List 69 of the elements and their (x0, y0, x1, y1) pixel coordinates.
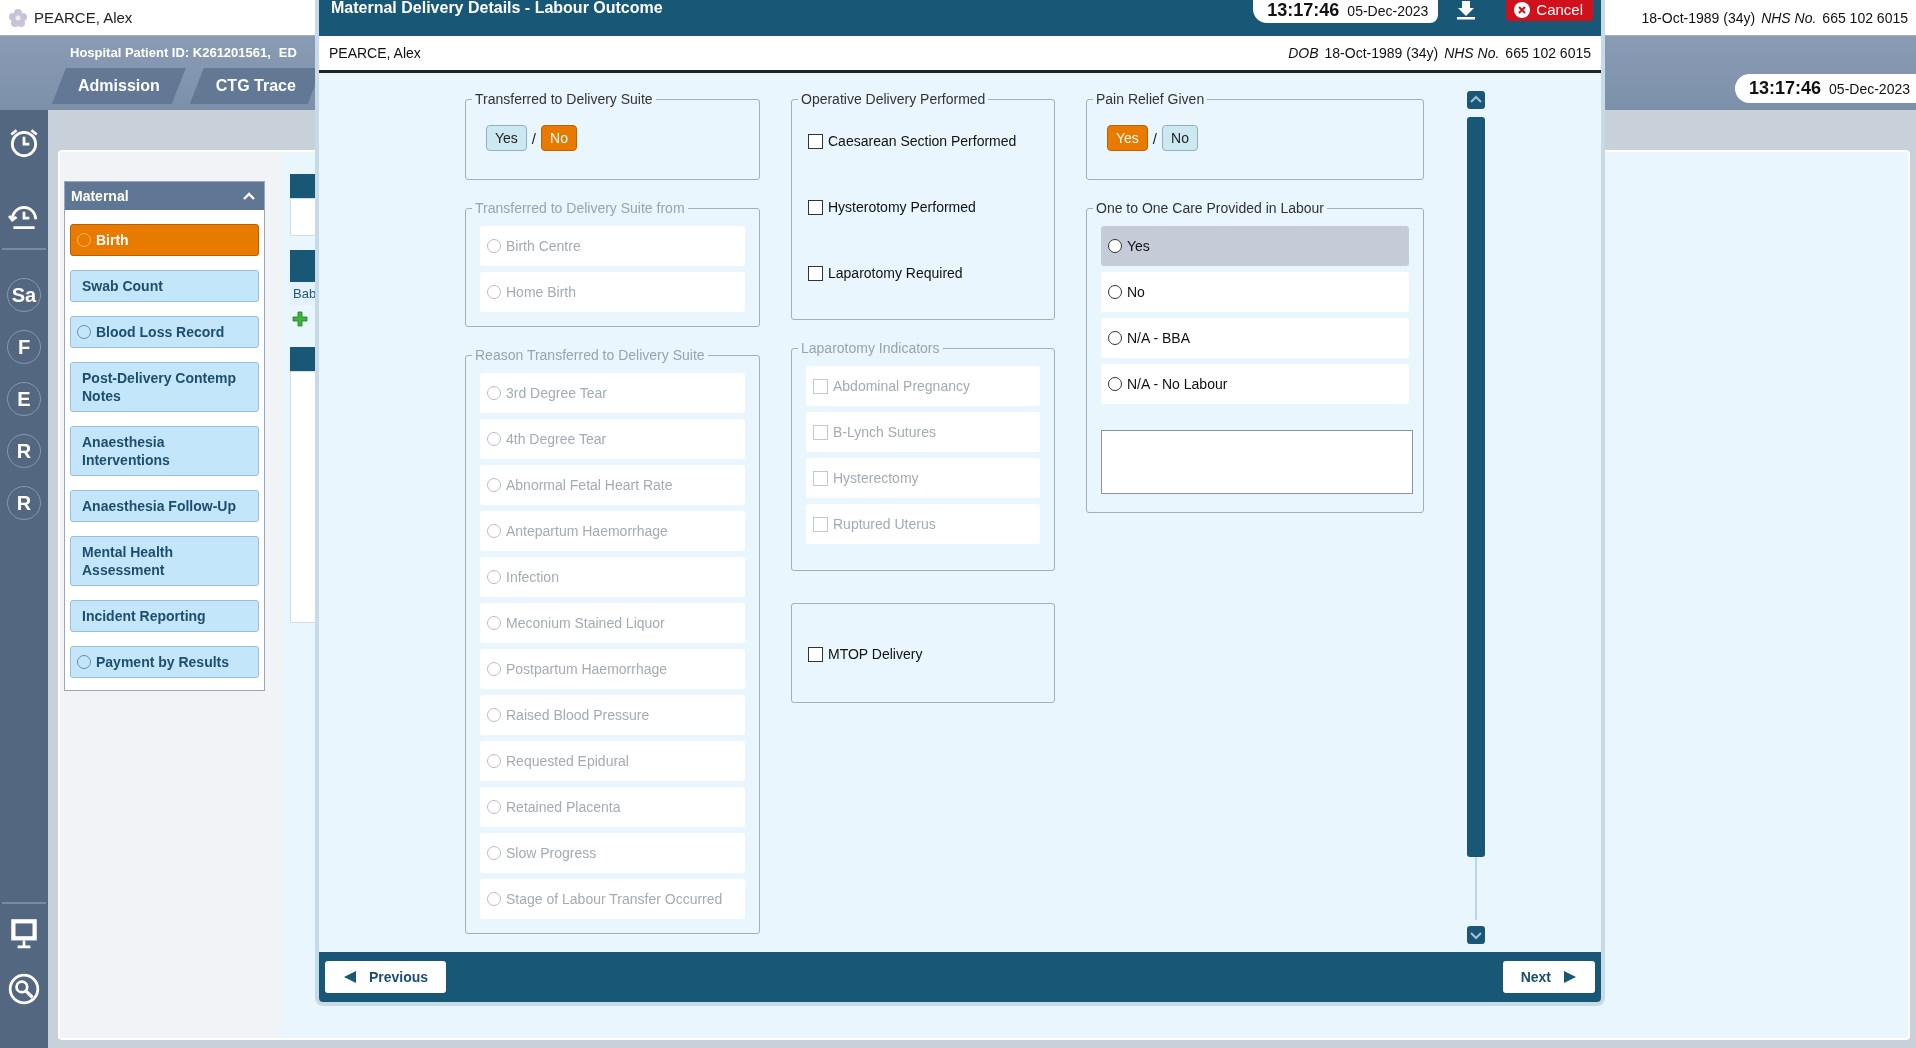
scroll-down-button[interactable] (1467, 926, 1485, 944)
note-field[interactable] (1101, 430, 1413, 494)
clock-time: 13:17:46 (1267, 0, 1340, 21)
checkbox-option[interactable]: Laparotomy Required (806, 253, 1040, 293)
close-icon (1514, 1, 1531, 18)
patient-id-text: ED (278, 45, 297, 60)
group-title: Transferred to Delivery Suite from (474, 200, 686, 216)
group-title: One to One Care Provided in Labour (1095, 200, 1326, 216)
patient-id: Hospital Patient ID: K261201561, (70, 45, 271, 60)
radio-option[interactable]: N/A - No Labour (1101, 364, 1409, 404)
menu-item[interactable]: Birth (70, 224, 259, 256)
scrollbar-thumb[interactable] (1467, 117, 1485, 857)
menu-title: Maternal (71, 188, 129, 204)
group-title: Transferred to Delivery Suite (474, 91, 654, 107)
menu-item[interactable]: Swab Count (70, 270, 259, 302)
alarm-clock-icon[interactable] (7, 126, 41, 160)
panel-header (290, 174, 317, 198)
panel-body (290, 198, 317, 236)
dob-value: 18-Oct-1989 (34y) (1641, 9, 1756, 26)
scroll-up-button[interactable] (1467, 91, 1485, 109)
right-triangle-icon (1563, 970, 1577, 984)
menu-item[interactable]: Payment by Results (70, 646, 259, 678)
toggle-option[interactable]: Yes (486, 125, 527, 151)
patient-name: PEARCE, Alex (329, 45, 421, 61)
nav-tab[interactable]: Admission (52, 68, 186, 104)
dob-value: 18-Oct-1989 (34y) (1324, 45, 1439, 61)
search-icon[interactable] (7, 972, 41, 1006)
checkbox-option[interactable]: Hysterotomy Performed (806, 187, 1040, 227)
menu-item[interactable]: Mental Health Assessment (70, 536, 259, 586)
menu-item[interactable]: Anaesthesia Follow-Up (70, 490, 259, 522)
radio-option[interactable]: Yes (1101, 226, 1409, 266)
nhs-label: NHS No. (1444, 45, 1500, 61)
clock-date: 05-Dec-2023 (1347, 3, 1429, 19)
menu-item[interactable]: Anaesthesia Interventions (70, 426, 259, 476)
toggle-option[interactable]: No (1162, 125, 1198, 151)
radio-option[interactable]: N/A - BBA (1101, 318, 1409, 358)
menu-header[interactable]: Maternal (65, 182, 264, 210)
group-title: Operative Delivery Performed (800, 91, 987, 107)
group-title: Pain Relief Given (1095, 91, 1206, 107)
checkbox-option[interactable]: MTOP Delivery (806, 634, 1040, 674)
dialog-title: Maternal Delivery Details - Labour Outcome (331, 0, 663, 17)
clock-time: 13:17:46 (1749, 78, 1822, 99)
clock-date: 05-Dec-2023 (1829, 81, 1910, 97)
group-title: Laparotomy Indicators (800, 340, 941, 356)
patient-name: PEARCE, Alex (34, 9, 133, 26)
nhs-number: 665 102 6015 (1822, 9, 1908, 26)
menu-item[interactable]: Post-Delivery Contemp Notes (70, 362, 259, 412)
nhs-label: NHS No. (1761, 9, 1817, 26)
group-title: Reason Transferred to Delivery Suite (474, 347, 706, 363)
download-icon[interactable] (1456, 0, 1477, 20)
menu-item[interactable]: Blood Loss Record (70, 316, 259, 348)
checkbox-option[interactable]: Caesarean Section Performed (806, 121, 1040, 161)
separator-text: / (531, 129, 536, 147)
panel-header (290, 347, 317, 371)
nhs-number: 665 102 6015 (1505, 45, 1591, 61)
flower-icon (8, 7, 28, 28)
next-button[interactable]: Next (1502, 961, 1595, 993)
column-header: Bab (290, 282, 317, 305)
menu-item[interactable]: Incident Reporting (70, 600, 259, 632)
left-triangle-icon (343, 970, 357, 984)
toggle-option[interactable]: No (541, 125, 577, 151)
panel-header (290, 250, 317, 282)
separator-text: / (1152, 129, 1157, 147)
add-icon[interactable] (292, 311, 308, 327)
previous-button[interactable]: Previous (325, 961, 447, 993)
dob-label: DOB (1288, 45, 1319, 61)
cancel-button[interactable]: Cancel (1506, 0, 1593, 21)
radio-option[interactable]: No (1101, 272, 1409, 312)
toggle-option[interactable]: Yes (1107, 125, 1148, 151)
